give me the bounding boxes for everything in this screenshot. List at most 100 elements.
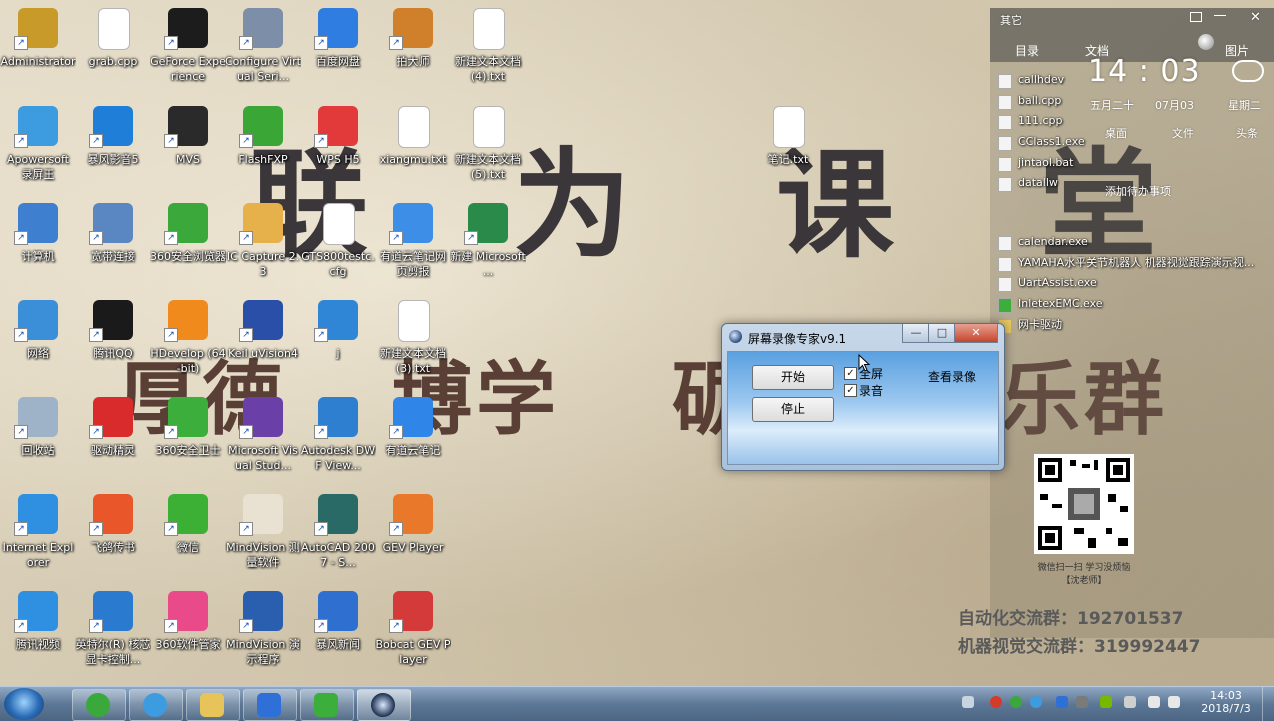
desktop-icon[interactable]: ↗ GeForce Experience: [150, 6, 226, 102]
desktop-icon[interactable]: grab.cpp: [75, 6, 151, 102]
desktop-icon[interactable]: ↗ WPS H5: [300, 104, 376, 200]
side-panel-minimize-icon[interactable]: [1214, 15, 1226, 16]
side-panel-file[interactable]: calendar.exe: [996, 232, 1274, 253]
start-button[interactable]: 开始: [752, 365, 834, 390]
desktop-icon[interactable]: 新建文本文档 (5).txt: [450, 104, 526, 200]
desktop-icon-label: 有道云笔记网页剪报: [380, 250, 446, 278]
tray-bluetooth-icon[interactable]: [1056, 696, 1068, 708]
desktop-icon[interactable]: ↗ Microsoft Visual Stud...: [225, 395, 301, 491]
shortcut-arrow-icon: ↗: [89, 425, 103, 439]
desktop-icon[interactable]: ↗ 新建 Microsoft ...: [450, 201, 526, 297]
side-panel-file[interactable]: InletexEMC.exe: [996, 294, 1274, 315]
desktop-icon-label: 有道云笔记: [385, 444, 441, 457]
desktop-icon[interactable]: ↗ MVS: [150, 104, 226, 200]
desktop-icon[interactable]: ↗ Administrator: [0, 6, 76, 102]
side-panel-window-icon[interactable]: [1190, 12, 1202, 22]
desktop-icon[interactable]: ↗ 拍大师: [375, 6, 451, 102]
desktop-icon[interactable]: ↗ 回收站: [0, 395, 76, 491]
tray-volume-icon[interactable]: [1168, 696, 1180, 708]
taskbar-app-apowersoft[interactable]: [129, 689, 183, 721]
side-panel-file[interactable]: ball.cpp: [996, 91, 1274, 112]
desktop-icon[interactable]: ↗ Bobcat GEV Player: [375, 589, 451, 685]
desktop-icon[interactable]: GTS800testc.cfg: [300, 201, 376, 297]
desktop-icon[interactable]: ↗ 有道云笔记网页剪报: [375, 201, 451, 297]
taskbar-clock[interactable]: 14:03 2018/7/3: [1196, 689, 1256, 715]
side-panel-tab-other[interactable]: 其它: [1000, 12, 1022, 28]
desktop-icon-label: 腾讯视频: [16, 638, 60, 651]
desktop-icon[interactable]: ↗ Autodesk DWF View...: [300, 395, 376, 491]
tray-display-icon[interactable]: [1124, 696, 1136, 708]
fullscreen-checkbox[interactable]: ✓: [844, 367, 857, 380]
minimize-button[interactable]: —: [902, 324, 930, 343]
desktop-icon[interactable]: ↗ Configure Virtual Seri...: [225, 6, 301, 102]
tray-network-icon[interactable]: [1076, 696, 1088, 708]
recorder-window[interactable]: 屏幕录像专家v9.1 — □ ✕ 开始 停止 ✓ 全屏 ✓ 录音 查看录像: [721, 323, 1005, 471]
taskbar-app-recorder[interactable]: [357, 689, 411, 721]
side-panel-file[interactable]: datallw: [996, 173, 1274, 194]
desktop-icon[interactable]: ↗ 360软件管家: [150, 589, 226, 685]
show-desktop-button[interactable]: [1262, 687, 1274, 721]
desktop-icon[interactable]: xiangmu.txt: [375, 104, 451, 200]
tray-signal-icon[interactable]: [1148, 696, 1160, 708]
tray-record-icon[interactable]: [990, 696, 1002, 708]
tray-expand-icon[interactable]: [962, 696, 974, 708]
side-panel-file-name: CClass1.exe: [1018, 135, 1085, 148]
start-button[interactable]: [4, 688, 44, 720]
desktop-icon[interactable]: 笔记.txt: [750, 104, 826, 200]
side-panel-file[interactable]: UartAssist.exe: [996, 273, 1274, 294]
side-panel-tab-catalog[interactable]: 目录: [1015, 42, 1039, 59]
desktop-icon[interactable]: ↗ 有道云笔记: [375, 395, 451, 491]
stop-button[interactable]: 停止: [752, 397, 834, 422]
side-panel-avatar[interactable]: [1198, 34, 1214, 50]
desktop-icon[interactable]: ↗ Keil uVision4: [225, 298, 301, 394]
shortcut-arrow-icon: ↗: [14, 328, 28, 342]
desktop-icon[interactable]: ↗ MindVision 演示程序: [225, 589, 301, 685]
taskbar-app-explorer[interactable]: [186, 689, 240, 721]
desktop-icon[interactable]: ↗ AutoCAD 2007 - S...: [300, 492, 376, 588]
tray-360-icon[interactable]: [1010, 696, 1022, 708]
desktop-icon[interactable]: ↗ 英特尔(R) 核芯显卡控制...: [75, 589, 151, 685]
side-panel-file[interactable]: YAMAHA水平关节机器人 机器视觉跟踪演示视...: [996, 253, 1274, 274]
side-panel-tab-pics[interactable]: 图片: [1225, 42, 1249, 59]
desktop-icon[interactable]: ↗ 360安全卫士: [150, 395, 226, 491]
desktop-icon[interactable]: ↗ 360安全浏览器: [150, 201, 226, 297]
view-recording-link[interactable]: 查看录像: [928, 368, 976, 385]
taskbar-app-libreoffice[interactable]: [300, 689, 354, 721]
desktop-icon[interactable]: ↗ 计算机: [0, 201, 76, 297]
desktop-icon[interactable]: ↗ GEV Player: [375, 492, 451, 588]
taskbar-app-360-browser[interactable]: [72, 689, 126, 721]
side-panel-close-icon[interactable]: ✕: [1250, 10, 1261, 25]
desktop-icon[interactable]: ↗ Apowersoft 录屏王: [0, 104, 76, 200]
desktop-icon[interactable]: 新建文本文档 (3).txt: [375, 298, 451, 394]
desktop-icon-label: 网络: [27, 347, 49, 360]
desktop-icon[interactable]: ↗ 宽带连接: [75, 201, 151, 297]
side-panel-file[interactable]: jintaol.bat: [996, 153, 1274, 174]
maximize-button[interactable]: □: [928, 324, 956, 343]
side-panel-file[interactable]: CClass1.exe: [996, 132, 1274, 153]
desktop-icon[interactable]: ↗ HDevelop (64-bit): [150, 298, 226, 394]
tray-nvidia-icon[interactable]: [1100, 696, 1112, 708]
desktop-icon[interactable]: ↗ IC Capture 2.3: [225, 201, 301, 297]
desktop-icon[interactable]: ↗ MindVision 测量软件: [225, 492, 301, 588]
desktop-icon[interactable]: ↗ 微信: [150, 492, 226, 588]
desktop-icon[interactable]: ↗ 暴风新闻: [300, 589, 376, 685]
side-panel-file[interactable]: 111.cpp: [996, 111, 1274, 132]
desktop-icon[interactable]: ↗ 百度网盘: [300, 6, 376, 102]
close-button[interactable]: ✕: [954, 324, 998, 343]
desktop-icon[interactable]: ↗ FlashFXP: [225, 104, 301, 200]
desktop-icon[interactable]: ↗ 驱动精灵: [75, 395, 151, 491]
desktop-icon[interactable]: ↗ 腾讯QQ: [75, 298, 151, 394]
desktop-icon[interactable]: ↗ 腾讯视频: [0, 589, 76, 685]
tray-apowersoft-icon[interactable]: [1030, 696, 1042, 708]
desktop-icon[interactable]: ↗ Internet Explorer: [0, 492, 76, 588]
side-panel-file[interactable]: callhdev: [996, 70, 1274, 91]
desktop-icon[interactable]: ↗ 网络: [0, 298, 76, 394]
desktop-icon[interactable]: ↗ 飞鸽传书: [75, 492, 151, 588]
desktop-icon[interactable]: ↗ j: [300, 298, 376, 394]
desktop-icon[interactable]: 新建文本文档 (4).txt: [450, 6, 526, 102]
audio-checkbox[interactable]: ✓: [844, 384, 857, 397]
taskbar-app-wps[interactable]: [243, 689, 297, 721]
audio-label: 录音: [859, 384, 884, 398]
side-panel-file[interactable]: 网卡驱动: [996, 315, 1274, 336]
desktop-icon[interactable]: ↗ 暴风影音5: [75, 104, 151, 200]
